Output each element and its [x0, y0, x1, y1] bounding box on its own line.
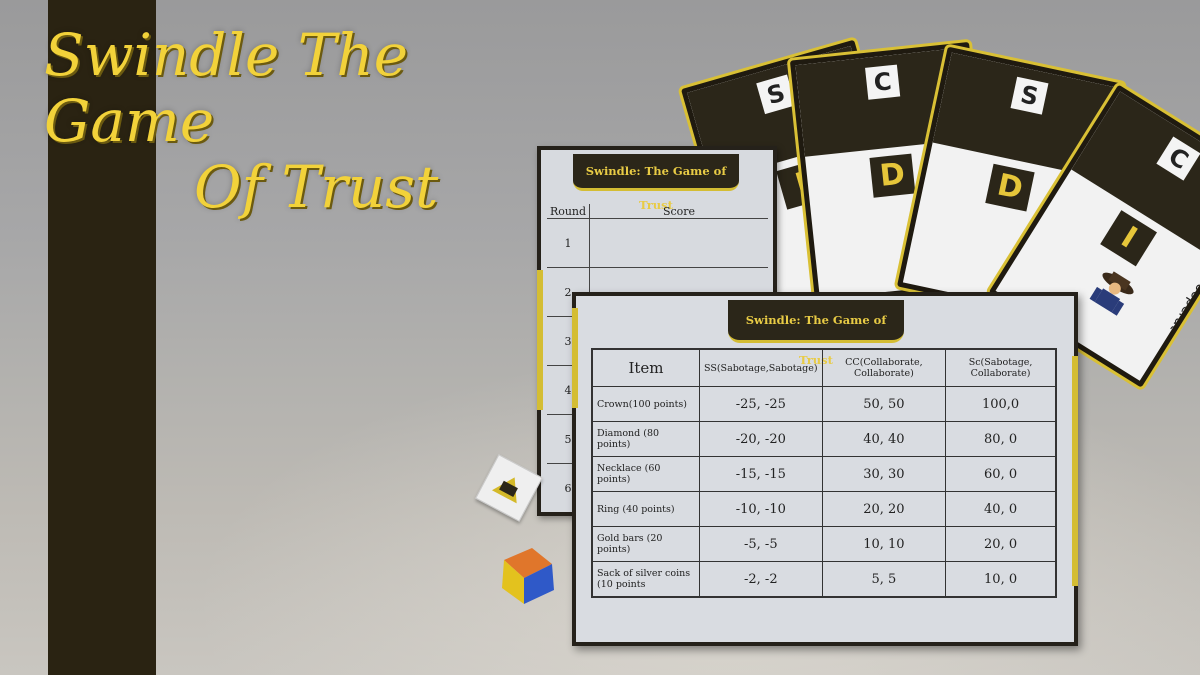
sheet-edge-accent	[572, 308, 578, 408]
table-row: Ring (40 points) -10, -10 20, 20 40, 0	[591, 491, 1057, 527]
item-name: Sack of silver coins (10 points	[591, 561, 700, 598]
item-name: Necklace (60 points)	[591, 456, 700, 492]
payoff-sheet: Swindle: The Game of Trust Item SS(Sabot…	[572, 292, 1078, 646]
sc-value: 40, 0	[945, 491, 1057, 527]
sc-value: 20, 0	[945, 526, 1057, 562]
round-number: 1	[547, 218, 590, 268]
payoff-table: Item SS(Sabotage,Sabotage) CC(Collaborat…	[591, 348, 1057, 598]
cc-value: 20, 20	[821, 491, 947, 527]
adventurer-figure-icon	[1089, 271, 1134, 316]
score-cell[interactable]	[589, 218, 768, 268]
ss-value: -15, -15	[699, 456, 823, 492]
item-name: Gold bars (20 points)	[591, 526, 700, 562]
ss-value: -25, -25	[699, 386, 823, 422]
card-big-letter: D	[985, 163, 1035, 212]
table-row: Crown(100 points) -25, -25 50, 50 100,0	[591, 386, 1057, 422]
table-row: Diamond (80 points) -20, -20 40, 40 80, …	[591, 421, 1057, 457]
table-row: Necklace (60 points) -15, -15 30, 30 60,…	[591, 456, 1057, 492]
item-name: Diamond (80 points)	[591, 421, 700, 457]
sheet-edge-accent	[1072, 356, 1078, 586]
cc-value: 30, 30	[821, 456, 947, 492]
sc-column-header: Sc(Sabotage, Collaborate)	[945, 348, 1057, 387]
score-sheet-header: Swindle: The Game of Trust	[573, 154, 739, 212]
cc-column-header: CC(Collaborate, Collaborate)	[821, 348, 947, 387]
card-top-letter: S	[1010, 76, 1049, 115]
card-top-letter: C	[865, 64, 901, 100]
table-row: Gold bars (20 points) -5, -5 10, 10 20, …	[591, 526, 1057, 562]
sc-value: 10, 0	[945, 561, 1057, 598]
card-big-letter: D	[869, 153, 916, 198]
sc-value: 80, 0	[945, 421, 1057, 457]
item-name: Crown(100 points)	[591, 386, 700, 422]
ss-value: -5, -5	[699, 526, 823, 562]
cc-value: 50, 50	[821, 386, 947, 422]
sc-value: 100,0	[945, 386, 1057, 422]
cc-value: 40, 40	[821, 421, 947, 457]
game-scene: Swindle The Game Of Trust S I C D S D C …	[0, 0, 1200, 675]
cc-value: 5, 5	[821, 561, 947, 598]
table-row: 1	[547, 218, 768, 268]
round-column-header: Round	[547, 204, 590, 219]
card-big-letter: I	[1100, 210, 1157, 267]
card-caption: Cooperat	[1166, 272, 1200, 336]
ss-value: -10, -10	[699, 491, 823, 527]
color-die[interactable]	[498, 540, 560, 606]
cc-value: 10, 10	[821, 526, 947, 562]
sc-value: 60, 0	[945, 456, 1057, 492]
sheet-edge-accent	[537, 270, 543, 410]
ss-value: -20, -20	[699, 421, 823, 457]
item-name: Ring (40 points)	[591, 491, 700, 527]
score-column-header: Score	[662, 204, 696, 218]
item-column-header: Item	[591, 348, 700, 387]
ss-column-header: SS(Sabotage,Sabotage)	[699, 348, 823, 387]
payoff-sheet-header: Swindle: The Game of Trust	[728, 300, 904, 367]
table-row: Sack of silver coins (10 points -2, -2 5…	[591, 561, 1057, 598]
ss-value: -2, -2	[699, 561, 823, 598]
